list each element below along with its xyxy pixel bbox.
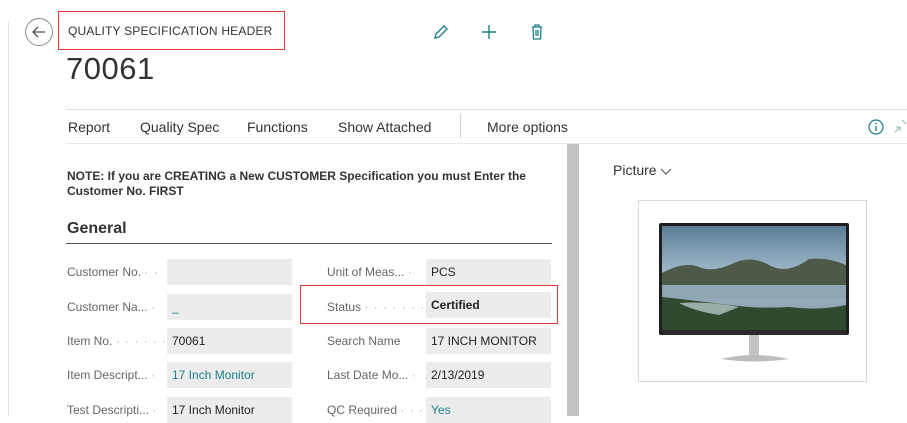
field-label-last-date-modified: Last Date Mo... · [327,368,417,382]
delete-trash-icon[interactable] [527,22,547,42]
action-bar-bottom-rule [66,143,907,144]
monitor-image [659,223,849,362]
customer-no-field[interactable] [167,259,292,285]
action-report[interactable]: Report [68,119,110,135]
field-label-qc-required: QC Required · · · [327,403,425,417]
left-border [8,22,9,416]
picture-factbox-header[interactable]: Picture [613,162,672,178]
action-bar-top-rule [66,109,907,110]
field-label-customer-no: Customer No. · · [67,265,159,279]
item-picture[interactable] [638,200,867,382]
chevron-down-icon [661,168,672,176]
factbox-splitter[interactable] [567,144,579,416]
unit-of-measure-field[interactable]: PCS [426,259,551,285]
info-icon[interactable] [866,117,886,137]
collapse-icon[interactable] [893,118,907,134]
action-separator [460,114,461,138]
back-arrow-icon [32,26,45,38]
field-label-customer-name: Customer Na... · [67,300,157,314]
field-label-test-description: Test Descripti... · [67,403,158,417]
back-button[interactable] [25,18,53,46]
test-description-field[interactable]: 17 Inch Monitor [167,397,292,423]
action-quality-spec[interactable]: Quality Spec [140,119,219,135]
item-description-field[interactable]: 17 Inch Monitor [167,362,292,388]
field-label-item-description: Item Descript... · [67,368,157,382]
item-no-field[interactable]: 70061 [167,328,292,354]
instruction-note: NOTE: If you are CREATING a New CUSTOMER… [67,169,526,198]
section-general-title[interactable]: General [67,220,127,238]
new-plus-icon[interactable] [479,22,499,42]
entity-label: QUALITY SPECIFICATION HEADER [58,11,285,50]
last-date-modified-field[interactable]: 2/13/2019 [426,362,551,388]
action-more-options[interactable]: More options [487,119,568,135]
qc-required-field[interactable]: Yes [426,397,551,423]
field-label-unit-of-measure: Unit of Meas... · [327,265,413,279]
field-label-search-name: Search Name [327,334,401,348]
action-functions[interactable]: Functions [247,119,308,135]
section-divider [66,243,552,244]
search-name-field[interactable]: 17 INCH MONITOR [426,328,551,354]
customer-name-field[interactable]: _ [167,294,292,320]
picture-factbox-title: Picture [613,162,657,178]
field-label-item-no: Item No. · · · · · · [67,334,168,348]
page-title: 70061 [66,51,155,86]
status-highlight [300,285,558,324]
edit-pencil-icon[interactable] [431,22,451,42]
action-show-attached[interactable]: Show Attached [338,119,431,135]
